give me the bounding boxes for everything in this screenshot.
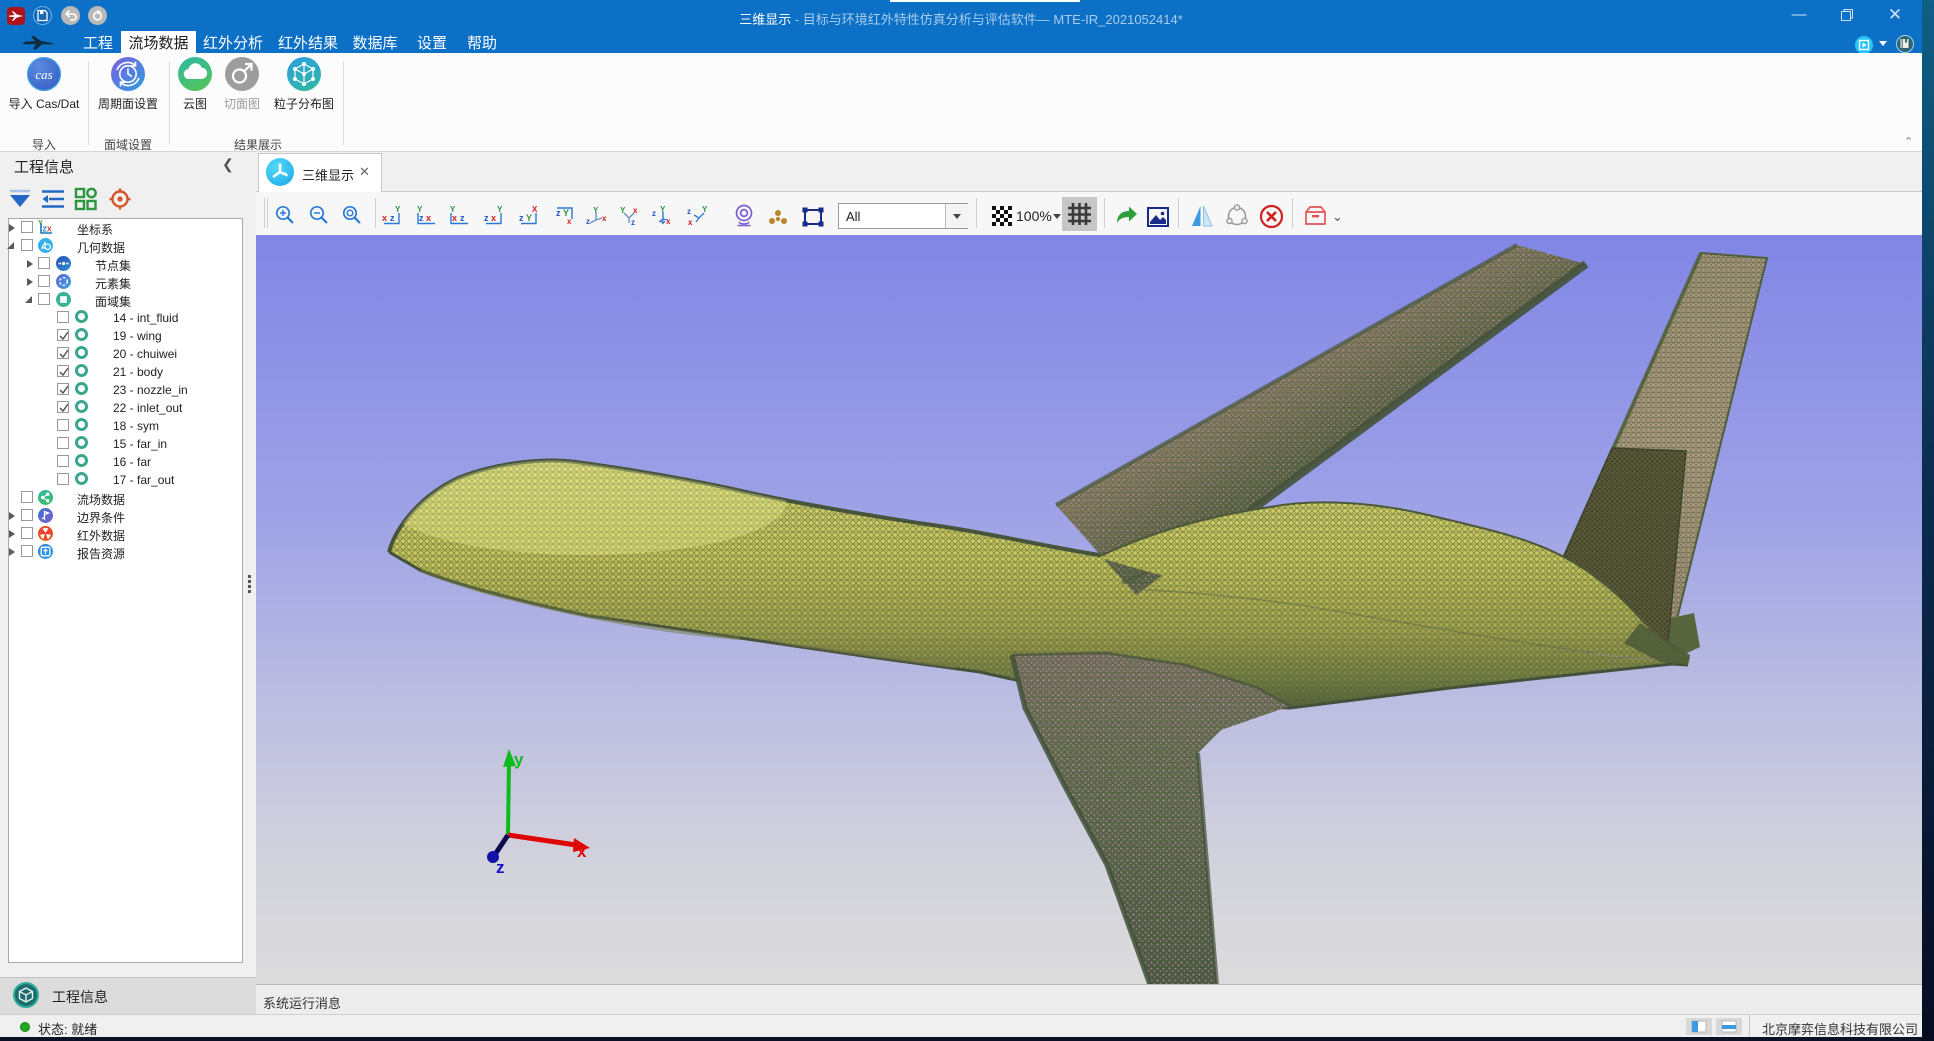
svg-text:X: X (47, 227, 52, 234)
svg-text:x: x (602, 214, 607, 223)
svg-text:z: z (586, 217, 590, 226)
svg-text:Y: Y (395, 205, 401, 214)
svg-text:z: z (419, 213, 424, 223)
svg-text:Y: Y (526, 213, 532, 223)
svg-text:z: z (652, 209, 656, 218)
svg-text:z: z (556, 208, 561, 218)
svg-text:x: x (491, 213, 496, 223)
svg-text:x: x (666, 217, 671, 226)
svg-text:x: x (567, 217, 572, 226)
svg-text:x: x (688, 218, 693, 227)
svg-text:Y: Y (450, 205, 456, 214)
svg-text:x: x (577, 842, 587, 861)
svg-text:x: x (382, 213, 387, 223)
svg-text:z: z (496, 858, 505, 877)
svg-text:z: z (631, 218, 635, 227)
svg-text:cas: cas (35, 67, 52, 82)
svg-text:z: z (460, 213, 465, 223)
svg-text:z: z (519, 213, 524, 223)
svg-text:z: z (687, 207, 691, 216)
svg-text:x: x (426, 213, 431, 223)
svg-text:Y: Y (702, 205, 708, 214)
svg-text:z: z (390, 213, 395, 223)
svg-text:X: X (532, 205, 538, 214)
svg-text:x: x (452, 213, 457, 223)
svg-text:Y: Y (497, 205, 503, 214)
svg-text:y: y (514, 750, 524, 769)
svg-text:Y: Y (417, 205, 423, 214)
svg-text:z: z (484, 213, 489, 223)
